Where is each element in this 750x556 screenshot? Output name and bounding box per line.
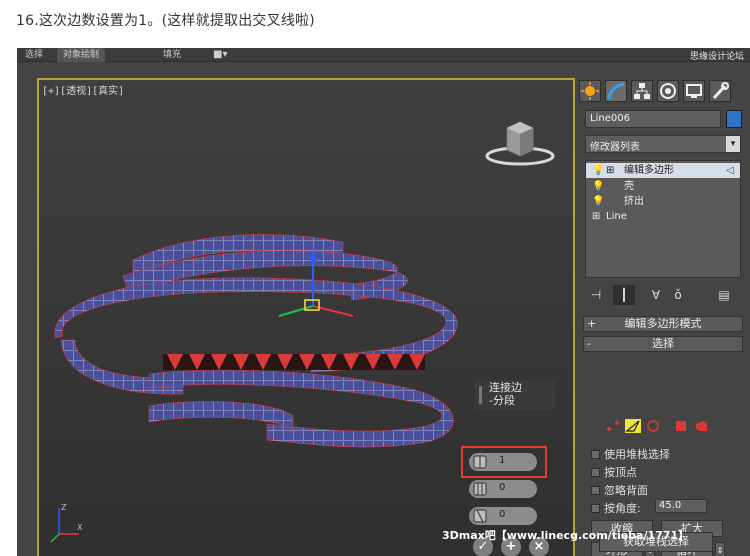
pin-stack-icon[interactable]: ⊣ bbox=[585, 285, 607, 305]
show-end-result-icon[interactable]: ┃ bbox=[613, 285, 635, 305]
tab-object-paint[interactable]: 对象绘制 bbox=[57, 48, 106, 62]
command-panel: Line006 修改器列表 ▾ 💡 ⊞ 编辑多边形 ◁ 💡 壳 💡 挤出 ⊞ L… bbox=[577, 78, 750, 556]
checkbox-label: 按顶点 bbox=[604, 466, 637, 479]
angle-value-field[interactable]: 45.0 bbox=[655, 499, 707, 513]
lightbulb-icon[interactable]: 💡 bbox=[592, 194, 604, 209]
stack-toolbar: ⊣ ┃ ∀ ǒ ▤ bbox=[585, 285, 745, 305]
segments-icon bbox=[473, 455, 487, 469]
by-vertex-checkbox[interactable]: 按顶点 bbox=[591, 464, 637, 480]
ribbon-tabs: 选择 对象绘制 填充 ■▾ 思缘设计论坛 bbox=[17, 48, 750, 62]
rollout-title: 编辑多边形模式 bbox=[624, 317, 702, 330]
vertex-mode-icon[interactable] bbox=[605, 419, 621, 433]
camera-dropdown-icon[interactable]: ■▾ bbox=[207, 48, 233, 62]
element-mode-icon[interactable] bbox=[693, 419, 709, 433]
create-tab-icon[interactable] bbox=[579, 80, 601, 102]
object-name-field[interactable]: Line006 bbox=[585, 110, 721, 128]
object-color-swatch[interactable] bbox=[726, 110, 742, 128]
use-stack-selection-checkbox[interactable]: 使用堆栈选择 bbox=[591, 446, 670, 462]
connect-edges-caddy: 连接边 -分段 bbox=[475, 380, 555, 410]
rollout-edit-poly-mode[interactable]: + 编辑多边形模式 bbox=[583, 316, 743, 332]
caddy-drag-handle[interactable] bbox=[479, 386, 482, 404]
utilities-tab-icon[interactable] bbox=[709, 80, 731, 102]
ribbon-mesh-model[interactable] bbox=[53, 220, 473, 460]
stack-item-label: 壳 bbox=[624, 181, 634, 192]
stack-item-extrude[interactable]: 💡 挤出 bbox=[586, 194, 740, 209]
pin-triangle-icon: ◁ bbox=[726, 165, 734, 176]
pinch-value: 0 bbox=[499, 482, 506, 493]
svg-text:Z: Z bbox=[61, 503, 67, 512]
ignore-backfacing-checkbox[interactable]: 忽略背面 bbox=[591, 482, 648, 498]
stack-item-label: Line bbox=[606, 211, 627, 222]
by-angle-checkbox[interactable]: 按角度: bbox=[591, 500, 641, 516]
polygon-mode-icon[interactable] bbox=[673, 419, 689, 433]
stack-item-shell[interactable]: 💡 壳 bbox=[586, 179, 740, 194]
configure-sets-icon[interactable]: ▤ bbox=[713, 285, 735, 305]
tab-populate[interactable]: 填充 bbox=[157, 48, 187, 62]
display-tab-icon[interactable] bbox=[683, 80, 705, 102]
pinch-icon bbox=[473, 482, 487, 496]
caddy-title-line2: -分段 bbox=[489, 394, 515, 407]
site-watermark: 思缘设计论坛 bbox=[689, 52, 744, 62]
caddy-title-line1: 连接边 bbox=[489, 381, 522, 394]
modifier-stack: 💡 ⊞ 编辑多边形 ◁ 💡 壳 💡 挤出 ⊞ Line bbox=[585, 160, 741, 278]
command-panel-tabs bbox=[577, 78, 750, 104]
stack-item-label: 挤出 bbox=[624, 196, 644, 207]
stack-item-edit-poly[interactable]: 💡 ⊞ 编辑多边形 ◁ bbox=[586, 163, 740, 178]
modify-tab-icon[interactable] bbox=[605, 80, 627, 102]
expand-plus-icon[interactable]: ⊞ bbox=[606, 163, 614, 178]
loop-spinner-icon[interactable]: ⇕ bbox=[715, 542, 725, 556]
subobject-level-icons bbox=[605, 418, 715, 436]
rollout-title: 选择 bbox=[652, 337, 674, 350]
site-watermark-footer: 3Dmax吧【www.linecg.com/tieba/1771】 bbox=[442, 529, 690, 542]
modifier-list-dropdown[interactable]: 修改器列表 ▾ bbox=[585, 135, 741, 153]
remove-modifier-icon[interactable]: ǒ bbox=[667, 285, 689, 305]
tutorial-caption: 16.这次边数设置为1。(这样就提取出交叉线啦) bbox=[16, 13, 315, 29]
rollout-selection[interactable]: - 选择 bbox=[583, 336, 743, 352]
stack-item-label: 编辑多边形 bbox=[624, 165, 674, 176]
lightbulb-icon[interactable]: 💡 bbox=[592, 163, 604, 178]
edge-mode-icon[interactable] bbox=[625, 419, 641, 433]
make-unique-icon[interactable]: ∀ bbox=[645, 285, 667, 305]
viewcube-icon[interactable] bbox=[485, 114, 555, 168]
tab-select[interactable]: 选择 bbox=[19, 48, 49, 62]
hierarchy-tab-icon[interactable] bbox=[631, 80, 653, 102]
lightbulb-icon[interactable]: 💡 bbox=[592, 179, 604, 194]
axis-tripod-icon: Z X bbox=[50, 503, 83, 543]
slide-icon bbox=[473, 509, 487, 523]
slide-spinner[interactable]: 0 bbox=[469, 507, 537, 525]
viewport-label[interactable]: [+][透视][真实] bbox=[42, 82, 124, 97]
3dsmax-window: 选择 对象绘制 填充 ■▾ 思缘设计论坛 [+][透视][真实] Z X 连接边… bbox=[17, 48, 750, 556]
segments-value: 1 bbox=[499, 455, 506, 466]
checkbox-label: 按角度: bbox=[604, 502, 641, 515]
border-mode-icon[interactable] bbox=[645, 419, 661, 433]
checkbox-label: 忽略背面 bbox=[604, 484, 648, 497]
expand-plus-icon[interactable]: ⊞ bbox=[592, 209, 600, 224]
perspective-viewport[interactable]: [+][透视][真实] Z X 连接边 -分段 1 0 0 ✓ + × bbox=[37, 78, 575, 556]
svg-text:X: X bbox=[77, 523, 83, 532]
segments-spinner[interactable]: 1 bbox=[469, 453, 537, 471]
stack-item-line[interactable]: ⊞ Line bbox=[586, 209, 740, 224]
slide-value: 0 bbox=[499, 509, 506, 520]
pinch-spinner[interactable]: 0 bbox=[469, 480, 537, 498]
motion-tab-icon[interactable] bbox=[657, 80, 679, 102]
chevron-down-icon[interactable]: ▾ bbox=[726, 136, 740, 152]
modifier-list-label: 修改器列表 bbox=[590, 142, 640, 153]
checkbox-label: 使用堆栈选择 bbox=[604, 448, 670, 461]
